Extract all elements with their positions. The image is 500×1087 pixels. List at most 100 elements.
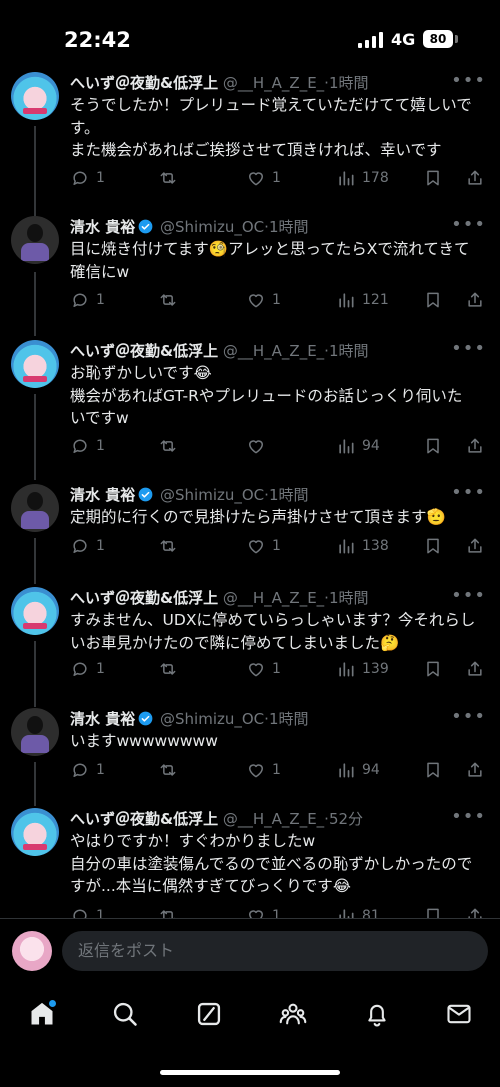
bookmark-button[interactable] bbox=[423, 166, 443, 190]
like-button[interactable] bbox=[246, 434, 272, 458]
retweet-button[interactable] bbox=[158, 534, 184, 558]
reply-button[interactable]: 1 bbox=[70, 166, 105, 190]
more-icon[interactable]: ••• bbox=[451, 587, 486, 605]
avatar[interactable] bbox=[11, 808, 59, 856]
reply-button[interactable]: 1 bbox=[70, 904, 105, 918]
author-name[interactable]: へいず＠夜勤&低浮上 bbox=[70, 810, 218, 828]
nav-search[interactable] bbox=[109, 998, 141, 1030]
views-button[interactable]: 139 bbox=[336, 657, 389, 681]
nav-notifications[interactable] bbox=[361, 998, 393, 1030]
share-icon bbox=[468, 661, 482, 676]
share-button[interactable] bbox=[465, 288, 485, 312]
avatar[interactable] bbox=[11, 340, 59, 388]
tweet-time[interactable]: 1時間 bbox=[269, 710, 309, 728]
tweet-time[interactable]: 1時間 bbox=[329, 74, 369, 92]
reply-input[interactable]: 返信をポスト bbox=[62, 931, 488, 971]
retweet-button[interactable] bbox=[158, 166, 184, 190]
author-handle[interactable]: @Shimizu_OC bbox=[160, 710, 264, 728]
like-count: 1 bbox=[272, 170, 281, 186]
tweet[interactable]: へいず＠夜勤&低浮上 @__H_A_Z_E_·1時間 ••• そうでしたか！プレ… bbox=[0, 72, 500, 202]
retweet-button[interactable] bbox=[158, 434, 184, 458]
views-button[interactable]: 138 bbox=[336, 534, 389, 558]
reply-count: 1 bbox=[96, 661, 105, 677]
reply-button[interactable]: 1 bbox=[70, 434, 105, 458]
tweet-time[interactable]: 1時間 bbox=[329, 589, 369, 607]
more-icon[interactable]: ••• bbox=[451, 808, 486, 826]
reply-button[interactable]: 1 bbox=[70, 288, 105, 312]
author-name[interactable]: へいず＠夜勤&低浮上 bbox=[70, 74, 218, 92]
bookmark-icon bbox=[427, 170, 439, 186]
more-icon[interactable]: ••• bbox=[451, 340, 486, 358]
like-button[interactable]: 1 bbox=[246, 657, 281, 681]
tweet[interactable]: 清水 貴裕 @Shimizu_OC·1時間 ••• 定期的に行くので見掛けたら声… bbox=[0, 484, 500, 574]
views-button[interactable]: 178 bbox=[336, 166, 389, 190]
bookmark-button[interactable] bbox=[423, 434, 443, 458]
author-name[interactable]: 清水 貴裕 bbox=[70, 218, 135, 236]
tweet-time[interactable]: 52分 bbox=[329, 810, 363, 828]
like-button[interactable]: 1 bbox=[246, 758, 281, 782]
more-icon[interactable]: ••• bbox=[451, 72, 486, 90]
nav-home[interactable] bbox=[26, 998, 58, 1030]
author-handle[interactable]: @__H_A_Z_E_ bbox=[223, 810, 324, 828]
avatar[interactable] bbox=[11, 708, 59, 756]
author-name[interactable]: へいず＠夜勤&低浮上 bbox=[70, 589, 218, 607]
more-icon[interactable]: ••• bbox=[451, 484, 486, 502]
author-handle[interactable]: @__H_A_Z_E_ bbox=[223, 342, 324, 360]
author-handle[interactable]: @__H_A_Z_E_ bbox=[223, 589, 324, 607]
author-handle[interactable]: @Shimizu_OC bbox=[160, 486, 264, 504]
nav-grok[interactable] bbox=[193, 998, 225, 1030]
author-name[interactable]: 清水 貴裕 bbox=[70, 710, 135, 728]
reply-button[interactable]: 1 bbox=[70, 758, 105, 782]
tweet[interactable]: へいず＠夜勤&低浮上 @__H_A_Z_E_·52分 ••• やはりですか！すぐ… bbox=[0, 808, 500, 918]
share-button[interactable] bbox=[465, 534, 485, 558]
views-button[interactable]: 81 bbox=[336, 904, 380, 918]
views-icon bbox=[339, 763, 354, 778]
like-button[interactable]: 1 bbox=[246, 904, 281, 918]
reply-button[interactable]: 1 bbox=[70, 534, 105, 558]
avatar[interactable] bbox=[11, 484, 59, 532]
tweet-time[interactable]: 1時間 bbox=[329, 342, 369, 360]
more-icon[interactable]: ••• bbox=[451, 708, 486, 726]
bookmark-button[interactable] bbox=[423, 657, 443, 681]
like-button[interactable]: 1 bbox=[246, 166, 281, 190]
views-button[interactable]: 94 bbox=[336, 434, 380, 458]
avatar[interactable] bbox=[11, 72, 59, 120]
views-button[interactable]: 94 bbox=[336, 758, 380, 782]
share-button[interactable] bbox=[465, 904, 485, 918]
like-button[interactable]: 1 bbox=[246, 534, 281, 558]
tweet-text: すみません、UDXに停めていらっしゃいます？今それらし いお車見かけたので隣に停… bbox=[70, 609, 480, 654]
retweet-button[interactable] bbox=[158, 758, 184, 782]
share-button[interactable] bbox=[465, 434, 485, 458]
author-name[interactable]: へいず＠夜勤&低浮上 bbox=[70, 342, 218, 360]
home-indicator[interactable] bbox=[160, 1070, 340, 1075]
bookmark-button[interactable] bbox=[423, 758, 443, 782]
avatar[interactable] bbox=[11, 587, 59, 635]
retweet-button[interactable] bbox=[158, 657, 184, 681]
share-button[interactable] bbox=[465, 166, 485, 190]
author-name[interactable]: 清水 貴裕 bbox=[70, 486, 135, 504]
bookmark-button[interactable] bbox=[423, 534, 443, 558]
share-button[interactable] bbox=[465, 657, 485, 681]
retweet-button[interactable] bbox=[158, 904, 184, 918]
avatar[interactable] bbox=[11, 216, 59, 264]
bookmark-button[interactable] bbox=[423, 288, 443, 312]
views-button[interactable]: 121 bbox=[336, 288, 389, 312]
author-handle[interactable]: @__H_A_Z_E_ bbox=[223, 74, 324, 92]
bookmark-button[interactable] bbox=[423, 904, 443, 918]
tweet[interactable]: へいず＠夜勤&低浮上 @__H_A_Z_E_·1時間 ••• お恥ずかしいです😂… bbox=[0, 340, 500, 470]
user-avatar[interactable] bbox=[12, 931, 52, 971]
views-icon bbox=[339, 439, 354, 454]
nav-messages[interactable] bbox=[443, 998, 475, 1030]
nav-communities[interactable] bbox=[277, 998, 309, 1030]
tweet[interactable]: 清水 貴裕 @Shimizu_OC·1時間 ••• いますwwwwwwww 1 … bbox=[0, 708, 500, 798]
author-handle[interactable]: @Shimizu_OC bbox=[160, 218, 264, 236]
retweet-button[interactable] bbox=[158, 288, 184, 312]
tweet[interactable]: へいず＠夜勤&低浮上 @__H_A_Z_E_·1時間 ••• すみません、UDX… bbox=[0, 587, 500, 697]
reply-button[interactable]: 1 bbox=[70, 657, 105, 681]
tweet[interactable]: 清水 貴裕 @Shimizu_OC·1時間 ••• 目に焼き付けてます🧐アレッと… bbox=[0, 216, 500, 326]
like-button[interactable]: 1 bbox=[246, 288, 281, 312]
tweet-time[interactable]: 1時間 bbox=[269, 218, 309, 236]
tweet-time[interactable]: 1時間 bbox=[269, 486, 309, 504]
more-icon[interactable]: ••• bbox=[451, 216, 486, 234]
share-button[interactable] bbox=[465, 758, 485, 782]
